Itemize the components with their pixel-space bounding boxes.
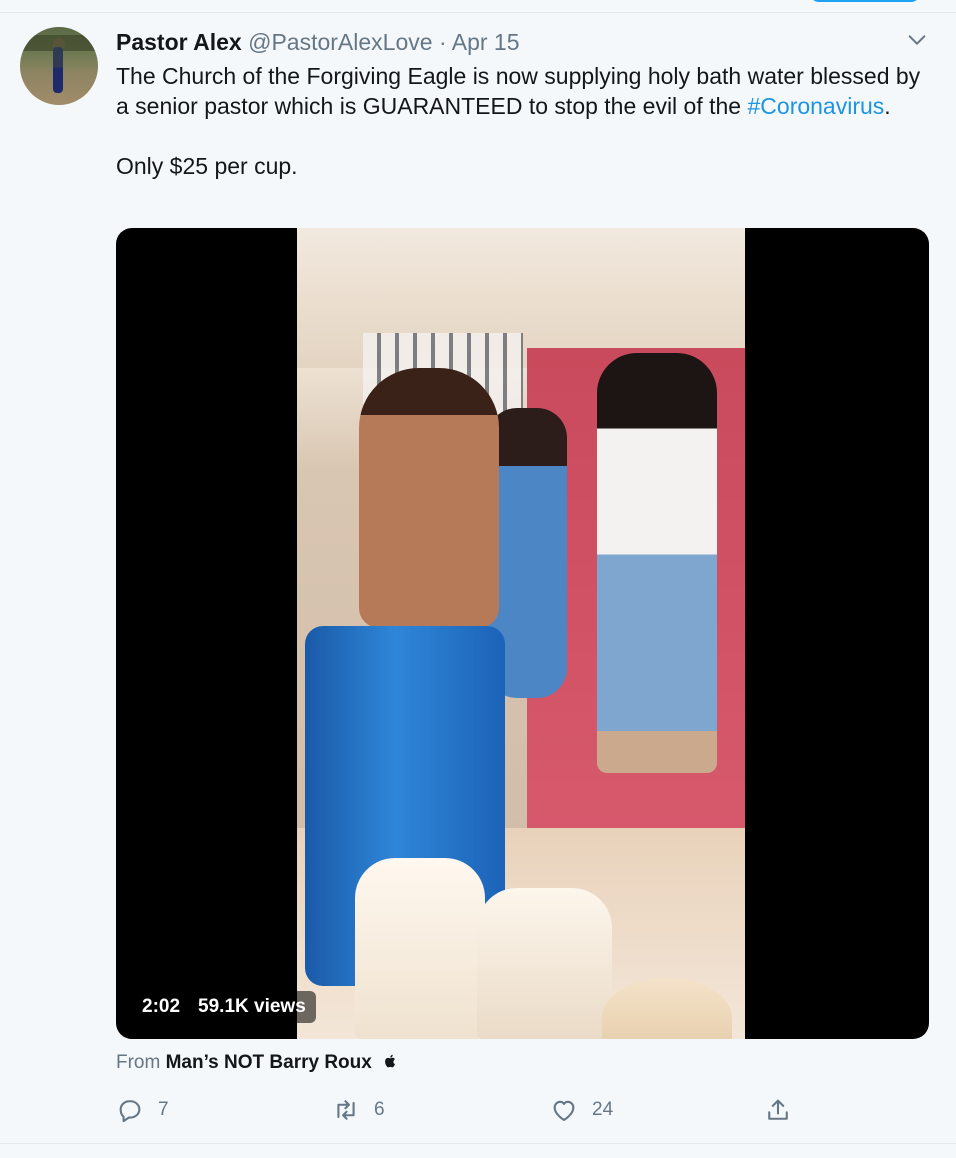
- tweet-text-period: .: [884, 93, 891, 119]
- scene-bucket: [477, 888, 612, 1039]
- tweet-text: The Church of the Forgiving Eagle is now…: [116, 61, 936, 181]
- video-frame[interactable]: [297, 228, 745, 1039]
- video-player[interactable]: [116, 228, 929, 1039]
- retweet-icon: [337, 1100, 355, 1120]
- reply-count: 7: [158, 1099, 169, 1120]
- source-name[interactable]: Man’s NOT Barry Roux: [166, 1052, 372, 1073]
- follow-button-partial[interactable]: [810, 0, 920, 2]
- tweet-header: Pastor Alex @PastorAlexLove · Apr 15: [116, 27, 520, 57]
- video-source: From Man’s NOT Barry Roux: [116, 1050, 397, 1076]
- author-handle[interactable]: @PastorAlexLove: [248, 29, 432, 55]
- retweet-count: 6: [374, 1099, 385, 1120]
- like-icon: [553, 1100, 575, 1121]
- bottom-divider: [0, 1143, 956, 1144]
- video-duration: 2:02: [142, 996, 181, 1017]
- scene-bucket: [355, 858, 485, 1039]
- source-prefix: From: [116, 1052, 161, 1073]
- scene-man: [359, 368, 499, 628]
- share-button[interactable]: [764, 1094, 792, 1126]
- apple-icon: [385, 1054, 396, 1068]
- scene-woman-microphone: [597, 353, 717, 773]
- retweet-button[interactable]: 6: [332, 1094, 385, 1126]
- author-name[interactable]: Pastor Alex: [116, 29, 242, 55]
- video-views: 59.1K views: [198, 996, 306, 1017]
- tweet-text-line2: Only $25 per cup.: [116, 153, 298, 179]
- avatar-figure: [53, 47, 63, 93]
- reply-icon: [119, 1100, 141, 1123]
- video-stats-overlay: 2:02 59.1K views: [132, 991, 316, 1023]
- tweet-text-line1: The Church of the Forgiving Eagle is now…: [116, 61, 936, 121]
- reply-button[interactable]: 7: [116, 1094, 169, 1126]
- caret-down-icon[interactable]: [906, 29, 928, 51]
- tweet-date[interactable]: Apr 15: [452, 29, 520, 55]
- like-count: 24: [592, 1099, 614, 1120]
- avatar[interactable]: [20, 27, 98, 105]
- share-icon: [768, 1099, 788, 1120]
- hashtag-link[interactable]: #Coronavirus: [748, 93, 885, 119]
- tweet-actions: 7 6 24: [0, 1090, 956, 1130]
- like-button[interactable]: 24: [550, 1094, 613, 1126]
- header-separator: ·: [438, 29, 447, 55]
